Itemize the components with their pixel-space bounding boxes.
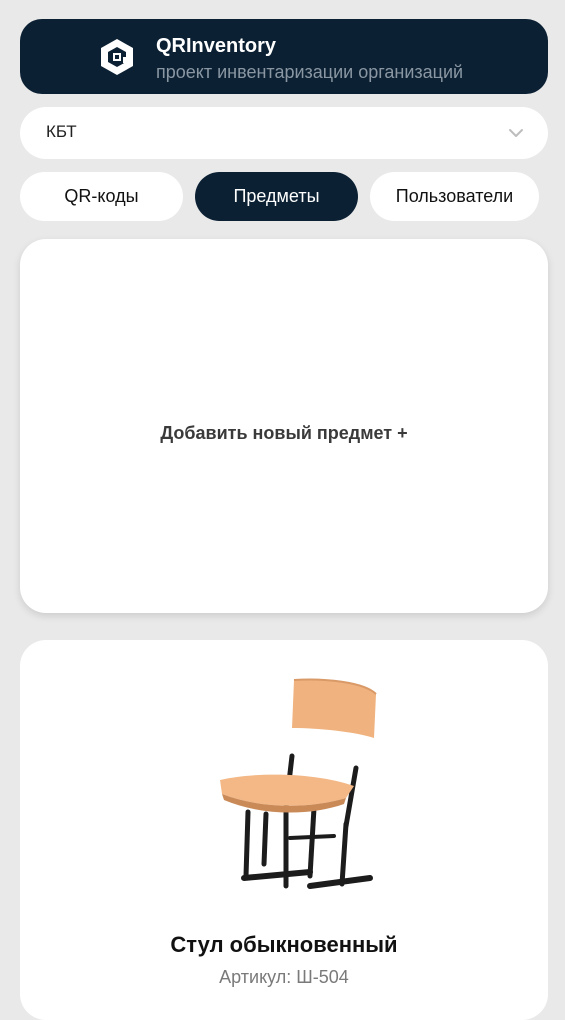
- tab-qr-codes[interactable]: QR-коды: [20, 172, 183, 221]
- chevron-down-icon: [509, 129, 523, 137]
- item-name: Стул обыкновенный: [170, 932, 398, 957]
- tab-users[interactable]: Пользователи: [370, 172, 539, 221]
- app-title: QRInventory: [156, 35, 277, 57]
- item-article: Артикул: Ш-504: [219, 967, 349, 987]
- qr-hexagon-logo-icon: [101, 39, 133, 75]
- chair-image: [220, 678, 377, 889]
- item-card[interactable]: Стул обыкновенный Артикул: Ш-504: [20, 640, 548, 1020]
- add-item-label: Добавить новый предмет +: [160, 422, 408, 443]
- app-header: QRInventory проект инвентаризации органи…: [20, 19, 548, 94]
- organization-select-value: КБТ: [46, 122, 77, 141]
- organization-select[interactable]: КБТ: [20, 107, 548, 159]
- app-subtitle: проект инвентаризации организаций: [156, 62, 464, 82]
- add-item-card[interactable]: Добавить новый предмет +: [20, 239, 548, 613]
- tab-items[interactable]: Предметы: [195, 172, 358, 221]
